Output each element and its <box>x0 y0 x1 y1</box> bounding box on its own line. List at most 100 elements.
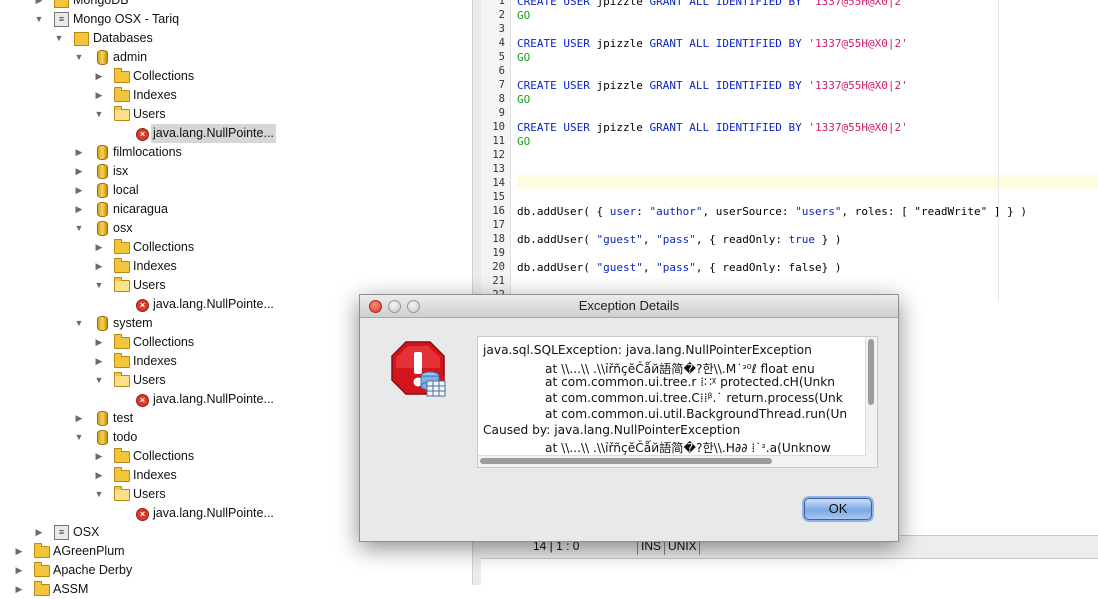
tree-node[interactable]: ▶ Indexes <box>94 466 394 485</box>
tree-node[interactable]: ▶ ASSM <box>14 580 314 599</box>
disclosure-expanded-icon[interactable]: ▼ <box>74 428 84 447</box>
tree-node-label: Users <box>133 373 166 387</box>
dialog-title-bar[interactable]: Exception Details <box>360 295 898 318</box>
tree-node[interactable]: ▼ Users <box>94 485 394 504</box>
tree-node-label: todo <box>113 430 138 444</box>
disclosure-collapsed-icon[interactable]: ▶ <box>74 200 84 219</box>
tree-node[interactable]: ▶ ≡ OSX <box>34 523 334 542</box>
tree-node[interactable]: ▶ Indexes <box>94 257 394 276</box>
tree-node[interactable]: ▶ Collections <box>94 333 394 352</box>
stop-database-error-icon <box>391 341 446 397</box>
database-icon <box>97 164 108 179</box>
tree-node[interactable]: ▼ system <box>74 314 374 333</box>
tree-node[interactable]: ▼ Users <box>94 105 394 124</box>
tree-node[interactable]: ▼ todo <box>74 428 374 447</box>
line-number: 20 <box>492 261 505 273</box>
disclosure-collapsed-icon[interactable]: ▶ <box>14 580 24 599</box>
disclosure-expanded-icon[interactable]: ▼ <box>94 105 104 124</box>
tree-node[interactable]: ▶ local <box>74 181 374 200</box>
database-group-icon <box>54 0 69 8</box>
database-icon <box>97 202 108 217</box>
disclosure-collapsed-icon[interactable]: ▶ <box>94 238 104 257</box>
tree-node[interactable]: ▼ admin <box>74 48 374 67</box>
disclosure-expanded-icon[interactable]: ▼ <box>94 371 104 390</box>
folder-icon <box>114 467 130 482</box>
tree-node[interactable]: ▶ AGreenPlum <box>14 542 314 561</box>
tree-node-label: java.lang.NullPointe... <box>151 124 276 143</box>
disclosure-collapsed-icon[interactable]: ▶ <box>94 67 104 86</box>
disclosure-expanded-icon[interactable]: ▼ <box>74 219 84 238</box>
disclosure-collapsed-icon[interactable]: ▶ <box>94 257 104 276</box>
disclosure-expanded-icon[interactable]: ▼ <box>34 10 44 29</box>
disclosure-collapsed-icon[interactable]: ▶ <box>14 561 24 580</box>
disclosure-collapsed-icon[interactable]: ▶ <box>94 352 104 371</box>
zoom-window-button[interactable] <box>407 300 420 313</box>
tree-node[interactable]: ▶ Indexes <box>94 86 394 105</box>
tree-node[interactable]: × java.lang.NullPointe... <box>114 124 414 143</box>
ok-button[interactable]: OK <box>804 498 872 520</box>
line-number: 6 <box>498 65 505 77</box>
line-number: 21 <box>492 275 505 287</box>
database-icon <box>97 183 108 198</box>
disclosure-collapsed-icon[interactable]: ▶ <box>94 466 104 485</box>
database-icon <box>97 145 108 160</box>
disclosure-expanded-icon[interactable]: ▼ <box>94 485 104 504</box>
disclosure-collapsed-icon[interactable]: ▶ <box>94 86 104 105</box>
tree-node[interactable]: ▶ MongoDB <box>34 0 334 10</box>
disclosure-collapsed-icon[interactable]: ▶ <box>94 447 104 466</box>
line-number: 7 <box>498 79 505 91</box>
disclosure-collapsed-icon[interactable]: ▶ <box>74 162 84 181</box>
line-number: 8 <box>498 93 505 105</box>
tree-node-label: Users <box>133 487 166 501</box>
tree-node-label: local <box>113 183 139 197</box>
vertical-scroll-thumb[interactable] <box>868 339 874 405</box>
tree-node[interactable]: ▼ Users <box>94 371 394 390</box>
database-icon <box>97 316 108 331</box>
tree-node-label: test <box>113 411 134 425</box>
tree-node-label: Mongo OSX - Tariq <box>73 12 180 26</box>
tree-node[interactable]: ▶ Collections <box>94 238 394 257</box>
disclosure-expanded-icon[interactable]: ▼ <box>94 276 104 295</box>
tree-node-label: Collections <box>133 335 195 349</box>
disclosure-expanded-icon[interactable]: ▼ <box>74 314 84 333</box>
folder-icon <box>34 562 50 577</box>
tree-node-label: AGreenPlum <box>53 544 125 558</box>
disclosure-collapsed-icon[interactable]: ▶ <box>34 0 44 10</box>
disclosure-expanded-icon[interactable]: ▼ <box>74 48 84 67</box>
disclosure-collapsed-icon[interactable]: ▶ <box>94 333 104 352</box>
tree-node[interactable]: ▼ ≡ Mongo OSX - Tariq <box>34 10 334 29</box>
folder-icon <box>114 68 130 83</box>
tree-node[interactable]: ▶ Collections <box>94 67 394 86</box>
tree-node[interactable]: ▶ Apache Derby <box>14 561 314 580</box>
horizontal-scrollbar[interactable] <box>478 455 866 467</box>
vertical-scrollbar[interactable] <box>865 337 877 467</box>
disclosure-collapsed-icon[interactable]: ▶ <box>74 143 84 162</box>
database-icon <box>97 430 108 445</box>
horizontal-scroll-thumb[interactable] <box>480 458 772 464</box>
tree-node[interactable]: ▼ Users <box>94 276 394 295</box>
tree-node-label: Users <box>133 278 166 292</box>
tree-node[interactable]: ▶ isx <box>74 162 374 181</box>
close-window-button[interactable] <box>369 300 382 313</box>
tree-node[interactable]: ▶ test <box>74 409 374 428</box>
folder-open-icon <box>114 486 130 501</box>
disclosure-collapsed-icon[interactable]: ▶ <box>34 523 44 542</box>
tree-node[interactable]: ▶ filmlocations <box>74 143 374 162</box>
disclosure-collapsed-icon[interactable]: ▶ <box>14 542 24 561</box>
stack-trace-text[interactable]: java.sql.SQLException: java.lang.NullPoi… <box>477 336 878 468</box>
folder-icon <box>114 448 130 463</box>
tree-node[interactable]: ▶ Collections <box>94 447 394 466</box>
code-line-2: GO <box>517 9 531 22</box>
disclosure-expanded-icon[interactable]: ▼ <box>54 29 64 48</box>
disclosure-collapsed-icon[interactable]: ▶ <box>74 181 84 200</box>
tree-node[interactable]: ▼ Databases <box>54 29 354 48</box>
minimize-window-button[interactable] <box>388 300 401 313</box>
folder-icon <box>34 581 50 596</box>
tree-node-label: Indexes <box>133 354 177 368</box>
disclosure-collapsed-icon[interactable]: ▶ <box>74 409 84 428</box>
tree-node[interactable]: ▶ nicaragua <box>74 200 374 219</box>
code-line-8: GO <box>517 93 531 106</box>
tree-node[interactable]: ▼ osx <box>74 219 374 238</box>
tree-node[interactable]: ▶ Indexes <box>94 352 394 371</box>
error-icon: × <box>136 299 149 312</box>
